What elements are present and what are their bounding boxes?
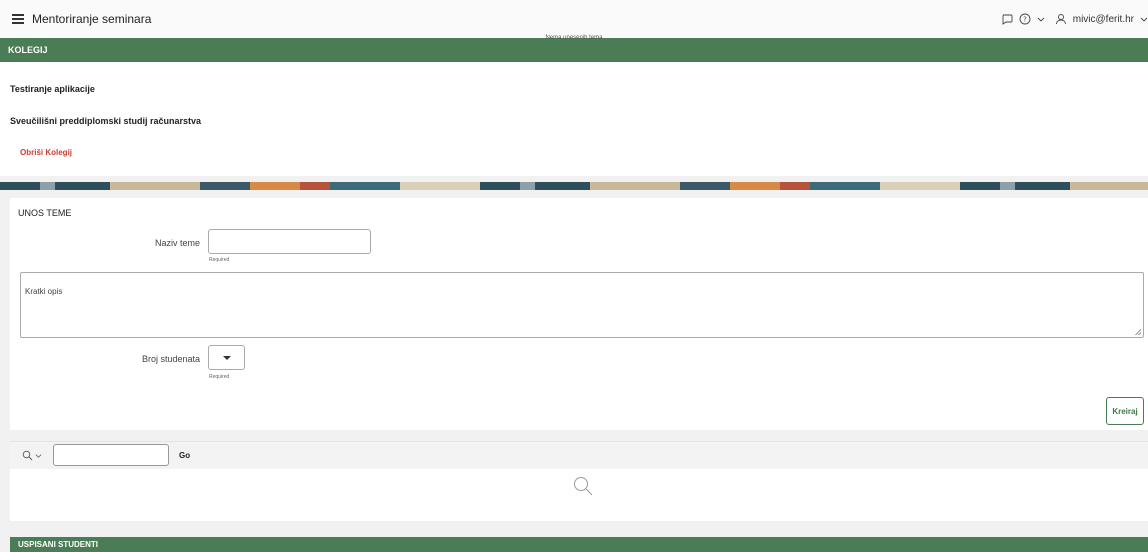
broj-studenata-label: Broj studenata [141, 354, 200, 364]
search-icon [574, 477, 593, 496]
empty-message: Nema unesenih tema [545, 35, 603, 41]
svg-text:?: ? [1023, 16, 1027, 24]
help-icon[interactable]: ? [1019, 13, 1031, 25]
kreiraj-button[interactable]: Kreiraj [1106, 397, 1144, 425]
top-bar: Mentoriranje seminara ? mivic@ferit.hr [0, 0, 1148, 38]
chevron-down-icon[interactable] [1140, 15, 1148, 23]
results-panel [10, 469, 1148, 521]
study-program: Sveučilišni preddiplomski studij računar… [10, 116, 202, 126]
chat-icon[interactable] [1001, 13, 1013, 25]
go-button[interactable]: Go [179, 451, 190, 460]
kolegij-card: Testiranje aplikacije Sveučilišni preddi… [0, 62, 1148, 176]
unos-teme-form: UNOS TEME Naziv teme Required Kratki opi… [10, 198, 1148, 430]
chevron-down-icon[interactable] [1037, 15, 1045, 23]
kratki-opis-textarea[interactable]: Kratki opis [20, 272, 1144, 338]
topbar-actions: ? mivic@ferit.hr [1001, 0, 1148, 38]
search-icon [22, 450, 33, 461]
chevron-down-icon [35, 454, 42, 458]
naziv-teme-input[interactable] [208, 229, 371, 254]
user-icon[interactable] [1055, 13, 1067, 25]
user-menu[interactable]: mivic@ferit.hr [1073, 14, 1134, 25]
kratki-opis-label: Kratki opis [25, 287, 63, 296]
decorative-banner [0, 182, 1148, 190]
required-hint: Required [209, 257, 230, 263]
section-title: UNOS TEME [18, 208, 72, 218]
search-bar: Go [10, 441, 1148, 469]
app-title[interactable]: Mentoriranje seminara [32, 12, 151, 26]
search-input[interactable] [53, 444, 169, 466]
hamburger-icon[interactable] [12, 14, 24, 24]
caret-down-icon [222, 355, 231, 360]
required-hint: Required [209, 374, 230, 380]
kolegij-band: KOLEGIJ [0, 38, 1148, 62]
course-name: Testiranje aplikacije [10, 84, 95, 94]
broj-studenata-select[interactable] [208, 345, 245, 370]
uspisani-studenti-band: USPISANI STUDENTI [10, 537, 1148, 552]
delete-kolegij-button[interactable]: Obriši Kolegij [20, 148, 72, 157]
naziv-teme-label: Naziv teme [154, 238, 200, 248]
resize-handle[interactable] [1135, 329, 1141, 335]
search-column-menu[interactable] [22, 450, 42, 461]
